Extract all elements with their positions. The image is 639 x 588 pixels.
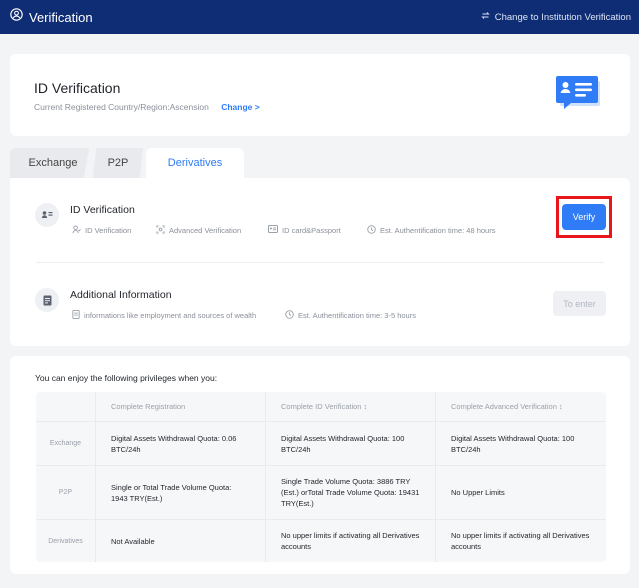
change-region-link[interactable]: Change >: [221, 102, 260, 112]
table-header-cell: [36, 392, 96, 421]
table-cell: Digital Assets Withdrawal Quota: 100 BTC…: [451, 433, 575, 454]
id-summary-card: ID Verification Current Registered Count…: [10, 54, 630, 136]
table-header-cell[interactable]: Complete Advanced Verification ↕: [436, 392, 606, 421]
change-institution-label: Change to Institution Verification: [494, 11, 631, 23]
row-label: Exchange: [36, 422, 96, 465]
additional-info-row-title: Additional Information: [70, 289, 172, 301]
switch-icon: [481, 11, 490, 23]
row-label: P2P: [36, 466, 96, 519]
meta-id-card-passport: ID card&Passport: [268, 225, 341, 235]
user-circle-icon: [10, 8, 23, 26]
id-card-illustration: [556, 76, 602, 115]
region-text: Current Registered Country/Region:Ascens…: [34, 102, 209, 112]
verify-button-highlight: Verify: [556, 196, 612, 238]
table-cell: No upper limits if activating all Deriva…: [266, 520, 436, 562]
verification-steps-card: ID Verification ID Verification Advanced…: [10, 178, 630, 346]
table-row: P2P Single or Total Trade Volume Quota: …: [36, 466, 606, 520]
table-cell: No Upper Limits: [451, 488, 505, 497]
tab-p2p[interactable]: P2P: [92, 148, 144, 178]
document-icon: [35, 288, 59, 312]
meta-est-time-48h-label: Est. Authentification time: 48 hours: [380, 226, 496, 235]
id-badge-icon: [35, 203, 59, 227]
id-card-icon: [268, 225, 278, 235]
table-row: Derivatives Not Available No upper limit…: [36, 520, 606, 562]
meta-advanced-verification-label: Advanced Verification: [169, 226, 242, 235]
privileges-heading: You can enjoy the following privileges w…: [35, 373, 218, 383]
tab-exchange[interactable]: Exchange: [10, 148, 90, 178]
table-header-cell[interactable]: Complete ID Verification ↕: [266, 392, 436, 421]
meta-id-verification: ID Verification: [72, 225, 131, 236]
table-header-row: Complete Registration Complete ID Verifi…: [36, 392, 606, 422]
meta-id-verification-label: ID Verification: [85, 226, 132, 235]
page-title: Verification: [29, 9, 93, 25]
privileges-table: Complete Registration Complete ID Verifi…: [36, 392, 606, 562]
table-cell: Not Available: [96, 520, 266, 562]
meta-est-time-3-5h: Est. Authentification time: 3-5 hours: [285, 310, 416, 321]
meta-employment-wealth: informations like employment and sources…: [72, 310, 256, 321]
tab-derivatives[interactable]: Derivatives: [146, 148, 244, 178]
region-line: Current Registered Country/Region:Ascens…: [34, 102, 260, 112]
meta-id-card-passport-label: ID card&Passport: [282, 225, 341, 235]
table-cell: Digital Assets Withdrawal Quota: 100 BTC…: [266, 422, 436, 465]
change-institution-link[interactable]: Change to Institution Verification: [481, 11, 631, 23]
meta-est-time-48h: Est. Authentification time: 48 hours: [367, 225, 495, 236]
id-verification-row-title: ID Verification: [70, 204, 135, 216]
table-cell: Digital Assets Withdrawal Quota: 0.06 BT…: [96, 422, 266, 465]
clock-icon: [367, 225, 376, 236]
table-header-cell: Complete Registration: [96, 392, 266, 421]
privileges-card: You can enjoy the following privileges w…: [10, 356, 630, 574]
row-label: Derivatives: [36, 520, 96, 562]
verify-button[interactable]: Verify: [562, 204, 606, 230]
table-cell: Single Trade Volume Quota: 3886 TRY (Est…: [266, 466, 436, 519]
row-divider: [36, 262, 604, 263]
face-scan-icon: [156, 225, 165, 236]
table-cell: Single or Total Trade Volume Quota: 1943…: [96, 466, 266, 519]
table-row: Exchange Digital Assets Withdrawal Quota…: [36, 422, 606, 466]
to-enter-button[interactable]: To enter: [553, 291, 606, 316]
meta-est-time-3-5h-label: Est. Authentification time: 3-5 hours: [298, 311, 416, 320]
person-id-icon: [72, 225, 81, 236]
table-cell: No upper limits if activating all Deriva…: [451, 531, 590, 551]
form-icon: [72, 310, 80, 321]
account-type-tabs: Exchange P2P Derivatives: [10, 148, 244, 178]
clock-icon: [285, 310, 294, 321]
meta-advanced-verification: Advanced Verification: [156, 225, 241, 236]
meta-employment-wealth-label: informations like employment and sources…: [84, 311, 257, 320]
top-bar: Verification Change to Institution Verif…: [0, 0, 639, 34]
id-summary-title: ID Verification: [34, 80, 121, 96]
